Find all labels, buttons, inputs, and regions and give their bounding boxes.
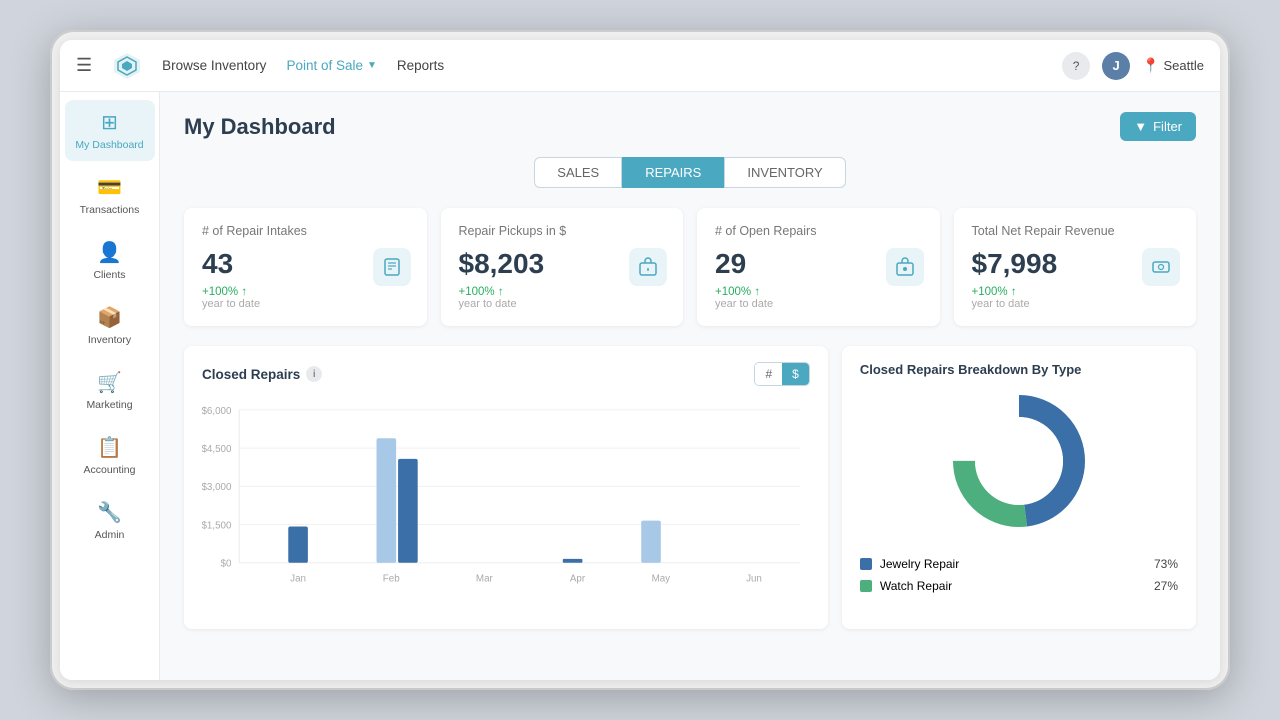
kpi-net-revenue-icon — [1142, 248, 1180, 286]
kpi-repair-intakes-icon — [373, 248, 411, 286]
kpi-net-revenue-change: +100% ↑ — [972, 286, 1179, 298]
page-title: My Dashboard — [184, 114, 336, 140]
kpi-open-repairs-period: year to date — [715, 298, 922, 310]
admin-icon: 🔧 — [97, 500, 122, 525]
sidebar-item-transactions[interactable]: 💳 Transactions — [65, 165, 155, 226]
accounting-icon: 📋 — [97, 435, 122, 460]
filter-button[interactable]: ▼ Filter — [1120, 112, 1196, 141]
kpi-open-repairs: # of Open Repairs 29 +100% ↑ year to dat… — [697, 208, 940, 326]
kpi-repair-pickups-icon — [629, 248, 667, 286]
user-avatar[interactable]: J — [1102, 52, 1130, 80]
nav-point-of-sale[interactable]: Point of Sale ▼ — [286, 58, 376, 73]
transactions-icon: 💳 — [97, 175, 122, 200]
nav-right-actions: ? J 📍 Seattle — [1062, 52, 1204, 80]
closed-repairs-chart-card: Closed Repairs i # $ $6,000 — [184, 346, 828, 629]
svg-text:Apr: Apr — [570, 573, 586, 584]
chart-title: Closed Repairs i — [202, 366, 322, 382]
sidebar-item-inventory[interactable]: 📦 Inventory — [65, 295, 155, 356]
filter-icon: ▼ — [1134, 119, 1147, 134]
help-button[interactable]: ? — [1062, 52, 1090, 80]
donut-wrapper: Jewelry Repair 73% Watch Repair — [860, 381, 1178, 601]
location-pin-icon: 📍 — [1142, 57, 1159, 74]
main-layout: ⊞ My Dashboard 💳 Transactions 👤 Clients … — [60, 92, 1220, 680]
jewelry-repair-pct: 73% — [1154, 557, 1178, 571]
svg-text:$1,500: $1,500 — [202, 520, 232, 531]
inventory-icon: 📦 — [97, 305, 122, 330]
app-logo — [112, 51, 142, 81]
svg-text:$3,000: $3,000 — [202, 482, 232, 493]
jewelry-repair-dot — [860, 558, 872, 570]
kpi-cards-row: # of Repair Intakes 43 +100% ↑ year to d… — [184, 208, 1196, 326]
donut-legend: Jewelry Repair 73% Watch Repair — [860, 557, 1178, 601]
sidebar-item-admin[interactable]: 🔧 Admin — [65, 490, 155, 551]
kpi-repair-intakes-title: # of Repair Intakes — [202, 224, 409, 238]
main-content: My Dashboard ▼ Filter SALES REPAIRS INVE… — [160, 92, 1220, 680]
watch-repair-dot — [860, 580, 872, 592]
legend-watch-repair: Watch Repair 27% — [860, 579, 1178, 593]
kpi-repair-pickups-period: year to date — [459, 298, 666, 310]
bottom-charts-row: Closed Repairs i # $ $6,000 — [184, 346, 1196, 629]
chart-info-icon[interactable]: i — [306, 366, 322, 382]
legend-jewelry-repair: Jewelry Repair 73% — [860, 557, 1178, 571]
svg-text:$0: $0 — [221, 559, 232, 570]
dashboard-tabs: SALES REPAIRS INVENTORY — [184, 157, 1196, 188]
tab-inventory[interactable]: INVENTORY — [724, 157, 845, 188]
dashboard-icon: ⊞ — [101, 110, 118, 135]
chart-toggle-dollar[interactable]: $ — [782, 363, 809, 385]
kpi-open-repairs-icon — [886, 248, 924, 286]
marketing-icon: 🛒 — [97, 370, 122, 395]
chart-toggle-hash[interactable]: # — [755, 363, 782, 385]
svg-text:May: May — [652, 573, 671, 584]
nav-reports[interactable]: Reports — [397, 58, 444, 73]
content-header: My Dashboard ▼ Filter — [184, 112, 1196, 141]
kpi-repair-intakes-period: year to date — [202, 298, 409, 310]
location-selector[interactable]: 📍 Seattle — [1142, 57, 1204, 74]
kpi-repair-intakes-change: +100% ↑ — [202, 286, 409, 298]
chart-header: Closed Repairs i # $ — [202, 362, 810, 386]
sidebar: ⊞ My Dashboard 💳 Transactions 👤 Clients … — [60, 92, 160, 680]
kpi-open-repairs-change: +100% ↑ — [715, 286, 922, 298]
kpi-open-repairs-title: # of Open Repairs — [715, 224, 922, 238]
chart-view-toggle: # $ — [754, 362, 809, 386]
kpi-net-revenue-title: Total Net Repair Revenue — [972, 224, 1179, 238]
sidebar-item-marketing[interactable]: 🛒 Marketing — [65, 360, 155, 421]
svg-text:Feb: Feb — [383, 573, 400, 584]
sidebar-item-accounting[interactable]: 📋 Accounting — [65, 425, 155, 486]
sidebar-item-clients[interactable]: 👤 Clients — [65, 230, 155, 291]
clients-icon: 👤 — [97, 240, 122, 265]
bar-chart-svg: $6,000 $4,500 $3,000 $1,500 $0 — [202, 398, 810, 608]
navbar: ☰ Browse Inventory Point of Sale ▼ Repor… — [60, 40, 1220, 92]
kpi-repair-pickups: Repair Pickups in $ $8,203 +100% ↑ year … — [441, 208, 684, 326]
donut-svg — [939, 381, 1099, 541]
kpi-net-revenue: Total Net Repair Revenue $7,998 +100% ↑ … — [954, 208, 1197, 326]
svg-text:Mar: Mar — [476, 573, 494, 584]
svg-text:$4,500: $4,500 — [202, 444, 232, 455]
watch-repair-pct: 27% — [1154, 579, 1178, 593]
svg-text:Jan: Jan — [290, 573, 306, 584]
svg-text:Jun: Jun — [746, 573, 762, 584]
tab-repairs[interactable]: REPAIRS — [622, 157, 724, 188]
sidebar-item-dashboard[interactable]: ⊞ My Dashboard — [65, 100, 155, 161]
kpi-repair-intakes: # of Repair Intakes 43 +100% ↑ year to d… — [184, 208, 427, 326]
kpi-repair-pickups-title: Repair Pickups in $ — [459, 224, 666, 238]
nav-browse-inventory[interactable]: Browse Inventory — [162, 58, 266, 73]
donut-chart-title: Closed Repairs Breakdown By Type — [860, 362, 1178, 377]
donut-chart-card: Closed Repairs Breakdown By Type — [842, 346, 1196, 629]
kpi-repair-pickups-change: +100% ↑ — [459, 286, 666, 298]
tab-sales[interactable]: SALES — [534, 157, 622, 188]
kpi-net-revenue-period: year to date — [972, 298, 1179, 310]
hamburger-icon[interactable]: ☰ — [76, 55, 92, 76]
svg-text:$6,000: $6,000 — [202, 406, 232, 417]
